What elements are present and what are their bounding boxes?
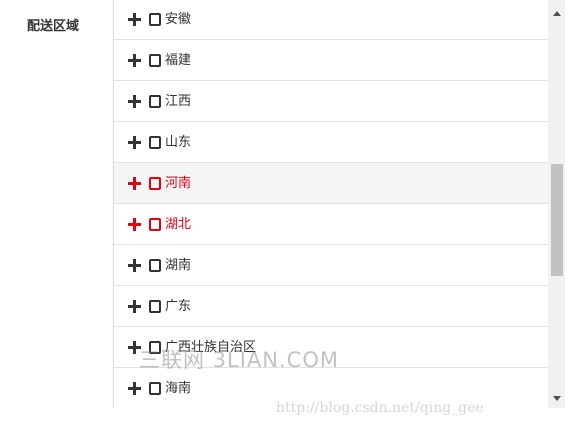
region-row-guangxi[interactable]: 广西壮族自治区 — [114, 327, 548, 368]
region-row-hunan[interactable]: 湖南 — [114, 245, 548, 286]
region-row-jiangxi[interactable]: 江西 — [114, 81, 548, 122]
region-name: 江西 — [165, 93, 192, 109]
region-row-fujian[interactable]: 福建 — [114, 40, 548, 81]
region-name: 河南 — [165, 175, 192, 191]
expand-plus-icon[interactable] — [128, 94, 141, 108]
expand-plus-icon[interactable] — [128, 340, 141, 354]
checkbox-icon[interactable] — [149, 258, 161, 272]
region-row-hubei[interactable]: 湖北 — [114, 204, 548, 245]
checkbox-icon[interactable] — [149, 53, 161, 67]
delivery-area-label: 配送区域 — [27, 19, 80, 34]
checkbox-icon[interactable] — [149, 135, 161, 149]
vertical-scrollbar[interactable] — [548, 0, 565, 408]
checkbox-icon[interactable] — [149, 299, 161, 313]
region-row-hainan[interactable]: 海南 — [114, 368, 548, 408]
checkbox-icon[interactable] — [149, 217, 161, 231]
region-row-shandong[interactable]: 山东 — [114, 122, 548, 163]
checkbox-icon[interactable] — [149, 176, 161, 190]
region-list-panel[interactable]: 安徽 福建 江西 山东 河南 湖北 湖南 广东 广西壮族自治区 海南 — [113, 0, 565, 408]
region-list: 安徽 福建 江西 山东 河南 湖北 湖南 广东 广西壮族自治区 海南 — [114, 0, 548, 408]
checkbox-icon[interactable] — [149, 12, 161, 26]
expand-plus-icon[interactable] — [128, 176, 141, 190]
region-name: 安徽 — [165, 11, 192, 27]
expand-plus-icon[interactable] — [128, 381, 141, 395]
scroll-down-arrow-icon[interactable] — [553, 396, 561, 401]
region-row-henan[interactable]: 河南 — [114, 163, 548, 204]
scroll-thumb[interactable] — [551, 164, 563, 276]
expand-plus-icon[interactable] — [128, 258, 141, 272]
region-name: 广西壮族自治区 — [165, 339, 257, 355]
expand-plus-icon[interactable] — [128, 12, 141, 26]
expand-plus-icon[interactable] — [128, 299, 141, 313]
region-name: 广东 — [165, 298, 192, 314]
checkbox-icon[interactable] — [149, 94, 161, 108]
region-name: 山东 — [165, 134, 192, 150]
expand-plus-icon[interactable] — [128, 53, 141, 67]
checkbox-icon[interactable] — [149, 340, 161, 354]
region-name: 湖南 — [165, 257, 192, 273]
region-row-anhui[interactable]: 安徽 — [114, 0, 548, 40]
scroll-up-arrow-icon[interactable] — [553, 11, 561, 16]
region-row-guangdong[interactable]: 广东 — [114, 286, 548, 327]
expand-plus-icon[interactable] — [128, 135, 141, 149]
region-name: 湖北 — [165, 216, 192, 232]
expand-plus-icon[interactable] — [128, 217, 141, 231]
checkbox-icon[interactable] — [149, 381, 161, 395]
region-name: 海南 — [165, 380, 192, 396]
region-name: 福建 — [165, 52, 192, 68]
